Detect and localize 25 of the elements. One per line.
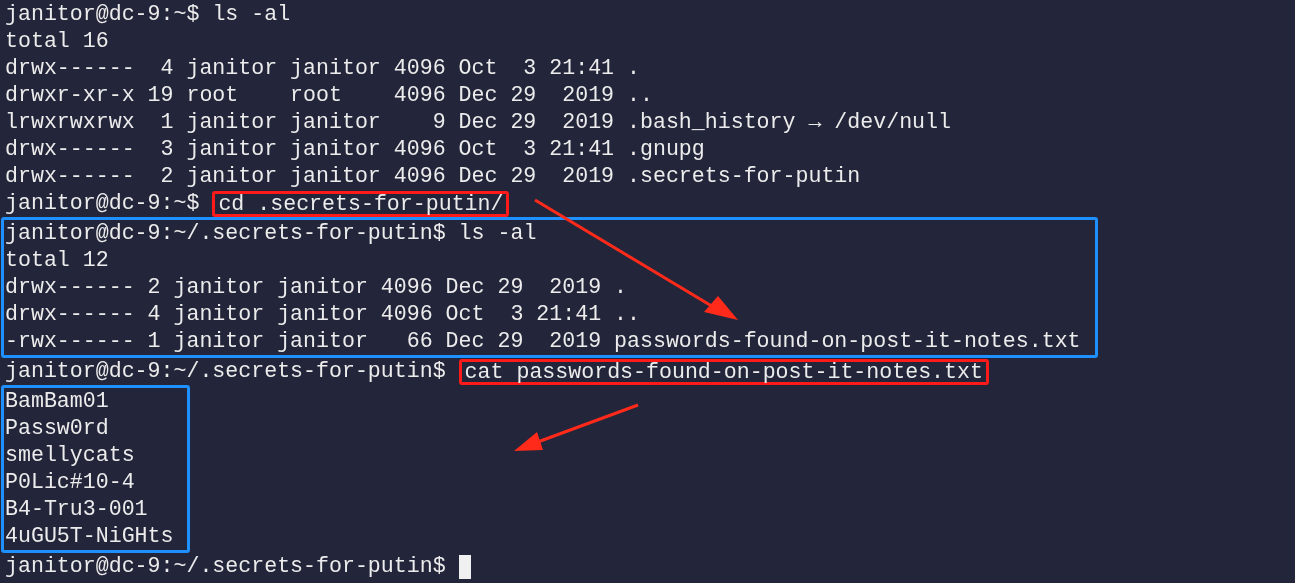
output-text: B4-Tru3-001	[5, 497, 148, 521]
output-text: smellycats	[5, 443, 135, 467]
output-text: 4uGU5T-NiGHts	[5, 524, 174, 548]
command-text: ls -al	[458, 220, 537, 247]
command-text: ls -al	[212, 1, 291, 28]
output-text: -rwx------ 1 janitor janitor 66 Dec 29 2019 passwords-found-on-post-it-notes.txt	[5, 329, 1081, 353]
output-text: total 16	[5, 29, 109, 53]
output-text: drwx------ 3 janitor janitor 4096 Oct 3 21:41 .gnupg	[5, 137, 705, 161]
output-text: BamBam01	[5, 389, 109, 413]
output-text: drwx------ 2 janitor janitor 4096 Dec 29 2019 .	[5, 275, 627, 299]
output-text: drwx------ 4 janitor janitor 4096 Oct 3 21:41 .	[5, 56, 640, 80]
output-text: lrwxrwxrwx 1 janitor janitor 9 Dec 29 2019 .bash_history → /dev/null	[5, 110, 951, 134]
output-text: Passw0rd	[5, 416, 109, 440]
output-text: P0Lic#10-4	[5, 470, 135, 494]
output-text: drwx------ 2 janitor janitor 4096 Dec 29 2019 .secrets-for-putin	[5, 164, 861, 188]
prompt-text: janitor@dc-9:~$	[5, 190, 200, 217]
command-text: cd .secrets-for-putin/	[212, 190, 510, 217]
output-text: drwx------ 4 janitor janitor 4096 Oct 3 21:41 ..	[5, 302, 640, 326]
prompt-text: janitor@dc-9:~/.secrets-for-putin$	[5, 220, 446, 247]
output-text: total 12	[5, 248, 109, 272]
prompt-text: janitor@dc-9:~$	[5, 1, 200, 28]
prompt-text: janitor@dc-9:~/.secrets-for-putin$	[5, 358, 446, 385]
command-text: cat passwords-found-on-post-it-notes.txt	[458, 358, 989, 385]
output-text: drwxr-xr-x 19 root root 4096 Dec 29 2019 ..	[5, 83, 653, 107]
prompt-text: janitor@dc-9:~/.secrets-for-putin$	[5, 553, 446, 580]
